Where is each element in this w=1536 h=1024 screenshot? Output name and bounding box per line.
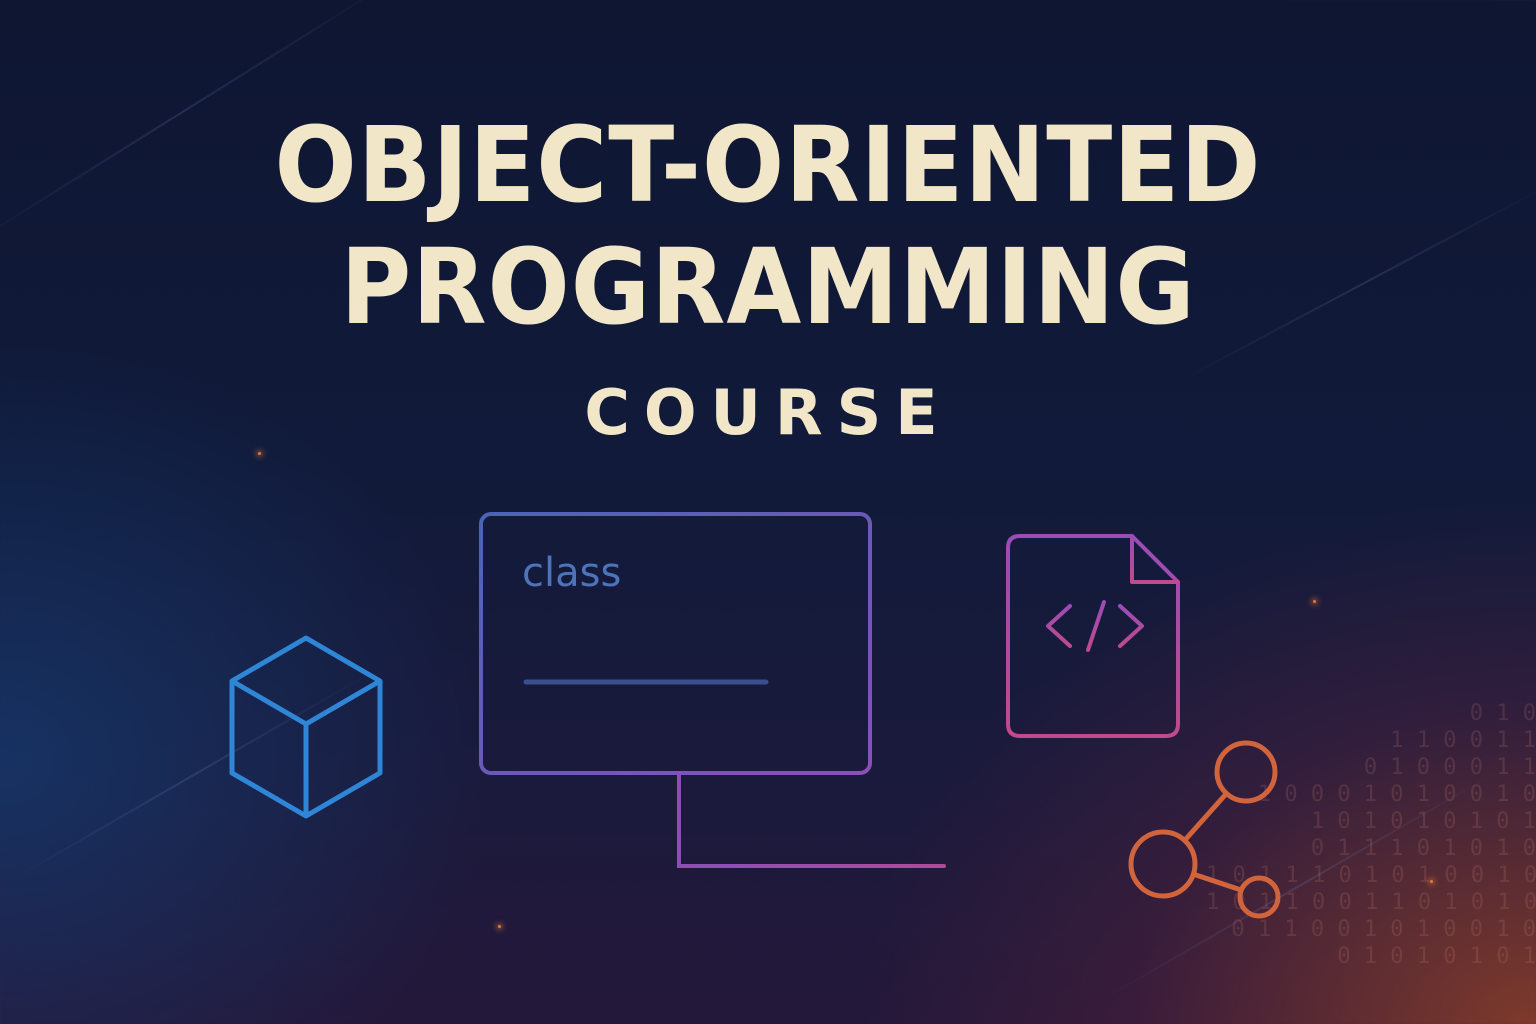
class-card-label: class	[522, 550, 622, 596]
code-file-icon	[1006, 534, 1180, 738]
cube-icon	[229, 635, 383, 819]
connector-line	[677, 771, 946, 868]
illustration-layer	[229, 512, 1281, 919]
share-nodes-icon	[1128, 740, 1281, 919]
